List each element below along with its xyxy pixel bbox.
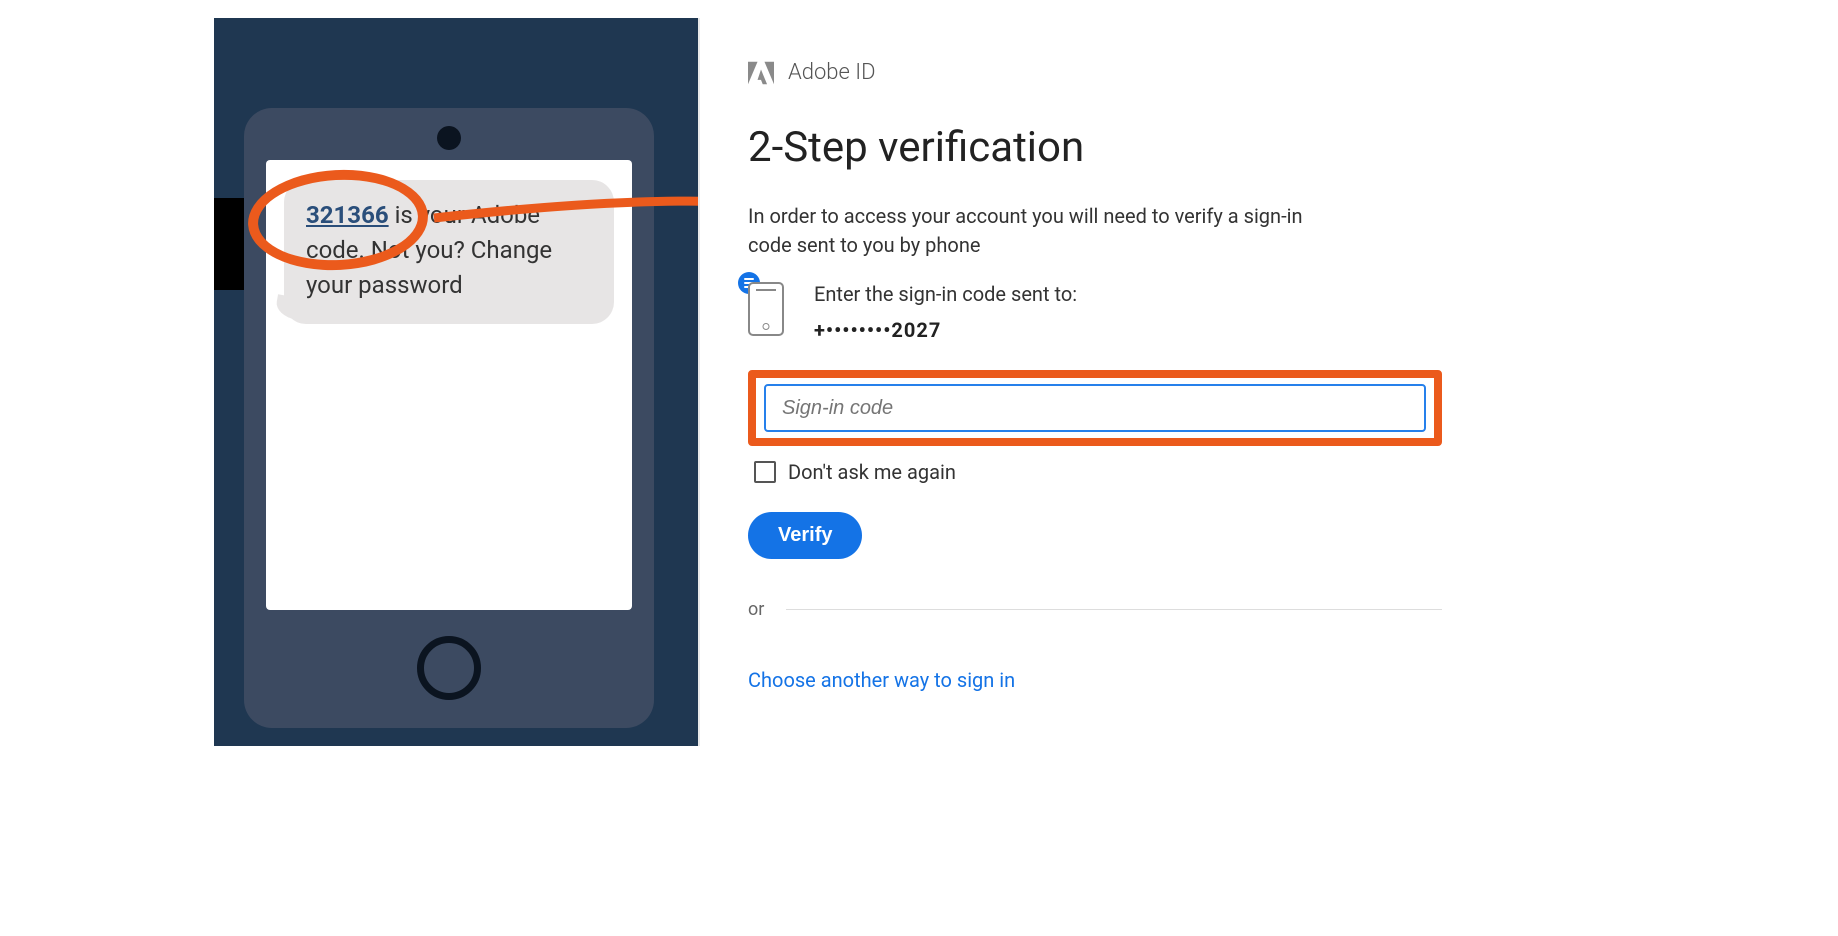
phone-info-block: Enter the sign-in code sent to: +•••••••…: [748, 278, 1442, 342]
verification-card: Adobe ID 2-Step verification In order to…: [698, 18, 1490, 746]
sms-message-bubble: 321366 is your Adobe code. Not you? Chan…: [284, 180, 614, 324]
dark-edge-tab: [214, 198, 244, 290]
checkbox-label: Don't ask me again: [788, 460, 956, 484]
illustration-frame: 321366 is your Adobe code. Not you? Chan…: [214, 18, 1490, 746]
phone-screen: 321366 is your Adobe code. Not you? Chan…: [266, 160, 632, 610]
phone-home-button: [417, 636, 481, 700]
description-text: In order to access your account you will…: [748, 202, 1308, 260]
divider-line: [786, 609, 1442, 610]
brand-label: Adobe ID: [788, 60, 876, 85]
or-label: or: [748, 599, 764, 620]
choose-another-way-link[interactable]: Choose another way to sign in: [748, 668, 1015, 692]
masked-phone-number: +••••••••2027: [814, 318, 1077, 342]
signin-code-input[interactable]: [764, 384, 1426, 432]
enter-code-label: Enter the sign-in code sent to:: [814, 282, 1077, 306]
verify-button[interactable]: Verify: [748, 512, 862, 559]
phone-icon: [748, 282, 788, 336]
adobe-logo-icon: [748, 61, 774, 85]
input-highlight-box: [748, 370, 1442, 446]
page-title: 2-Step verification: [748, 123, 1442, 172]
brand-row: Adobe ID: [748, 60, 1442, 85]
checkbox-box-icon[interactable]: [754, 461, 776, 483]
phone-mockup: 321366 is your Adobe code. Not you? Chan…: [244, 108, 654, 728]
phone-camera-dot: [437, 126, 461, 150]
sms-code: 321366: [306, 201, 389, 229]
or-divider: or: [748, 599, 1442, 620]
dont-ask-checkbox[interactable]: Don't ask me again: [754, 460, 1442, 484]
